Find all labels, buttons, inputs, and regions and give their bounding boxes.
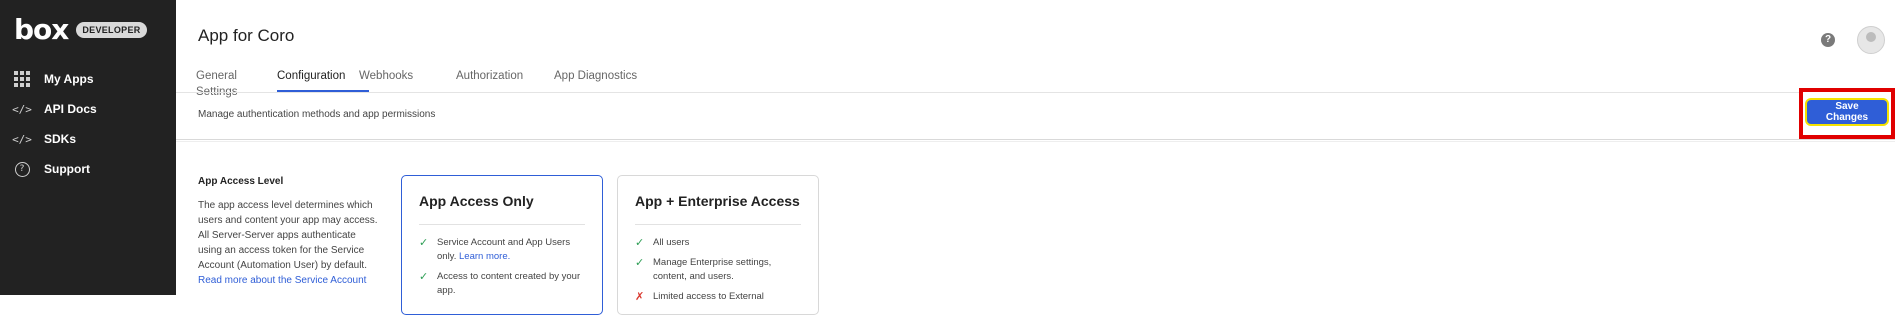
grid-icon [14,71,30,87]
app-access-level-heading: App Access Level [198,176,284,187]
tab-bar: General Settings Configuration Webhooks … [196,68,644,98]
feature-label: All users [653,237,690,248]
app-access-only-card[interactable]: App Access Only ✓ Service Account and Ap… [401,175,603,315]
list-item: ✓ All users [635,236,804,250]
save-highlight: Save Changes [1799,88,1895,139]
user-avatar-icon[interactable] [1857,26,1885,54]
cross-icon: ✗ [635,291,645,303]
box-logo[interactable]: box [14,16,69,44]
section-divider-shadow [176,141,1895,142]
tab-app-diagnostics[interactable]: App Diagnostics [554,68,644,92]
list-item: ✓ Manage Enterprise settings, content, a… [635,256,804,284]
card-divider [635,224,801,225]
main-content: App for Coro ? General Settings Configur… [176,0,1895,315]
list-item: ✗ Limited access to External [635,290,804,304]
save-changes-button[interactable]: Save Changes [1807,100,1887,124]
top-icons: ? [1821,26,1885,54]
feature-label: Limited access to External [653,291,764,302]
sidebar: box DEVELOPER My Apps </> API Docs </> S… [0,0,176,295]
developer-badge: DEVELOPER [76,22,147,38]
sidebar-item-label: My Apps [44,72,94,86]
check-icon: ✓ [635,237,645,249]
check-icon: ✓ [635,257,645,269]
list-item: ✓ Access to content created by your app. [419,270,588,298]
sidebar-item-my-apps[interactable]: My Apps [0,64,176,94]
page-title: App for Coro [198,26,295,45]
sidebar-item-support[interactable]: ? Support [0,154,176,184]
sidebar-item-label: API Docs [44,102,97,116]
feature-label: Manage Enterprise settings, content, and… [653,257,772,282]
tabs-divider [176,92,1895,93]
card-feature-list: ✓ All users ✓ Manage Enterprise settings… [635,236,804,310]
sidebar-item-label: Support [44,162,90,176]
question-circle-icon: ? [14,161,30,177]
logo-row: box DEVELOPER [14,16,147,44]
sidebar-item-label: SDKs [44,132,77,146]
card-title: App + Enterprise Access [635,193,800,209]
list-item: ✓ Service Account and App Users only. Le… [419,236,588,264]
learn-more-link[interactable]: Learn more. [459,251,510,262]
sidebar-item-api-docs[interactable]: </> API Docs [0,94,176,124]
service-account-link[interactable]: Read more about the Service Account [198,275,366,286]
configuration-description: Manage authentication methods and app pe… [198,109,436,120]
feature-label: Access to content created by your app. [437,271,581,296]
question-icon[interactable]: ? [1821,33,1835,47]
section-divider [176,139,1895,140]
card-title: App Access Only [419,193,534,209]
card-divider [419,224,585,225]
app-enterprise-access-card[interactable]: App + Enterprise Access ✓ All users ✓ Ma… [617,175,819,315]
sidebar-nav: My Apps </> API Docs </> SDKs ? Support [0,64,176,184]
app-access-level-description: The app access level determines which us… [198,198,378,288]
tab-webhooks[interactable]: Webhooks [359,68,456,92]
tab-general-settings[interactable]: General Settings [196,68,277,98]
access-description-text: The app access level determines which us… [198,200,378,271]
check-icon: ✓ [419,271,429,283]
feature-text: Service Account and App Users only. Lear… [437,236,588,264]
code-icon: </> [12,132,32,146]
tab-authorization[interactable]: Authorization [456,68,554,92]
sidebar-item-sdks[interactable]: </> SDKs [0,124,176,154]
card-feature-list: ✓ Service Account and App Users only. Le… [419,236,588,304]
code-icon: </> [12,102,32,116]
check-icon: ✓ [419,237,429,249]
tab-configuration[interactable]: Configuration [277,68,369,92]
